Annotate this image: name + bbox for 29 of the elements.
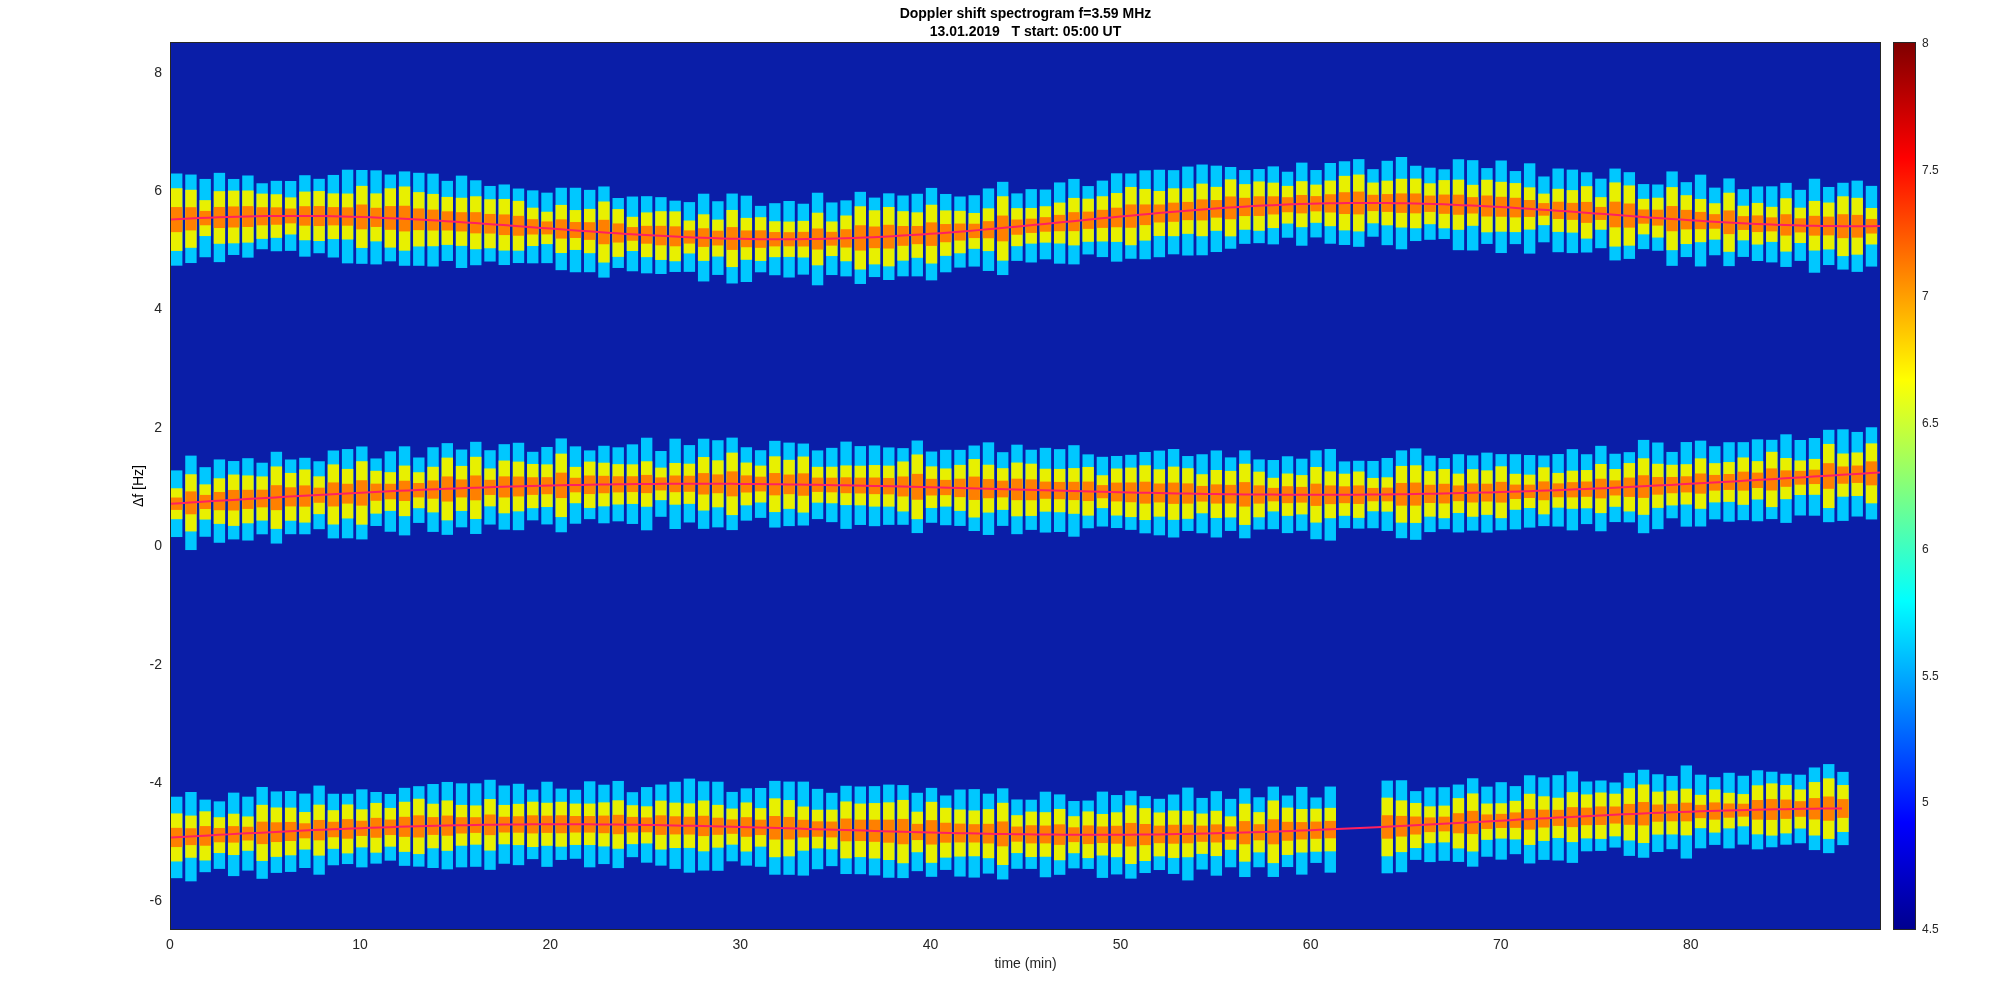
plot-title: Doppler shift spectrogram f=3.59 MHz bbox=[899, 4, 1152, 22]
colorbar-tick-label: 5 bbox=[1922, 795, 1929, 810]
x-tick-label: 30 bbox=[732, 936, 749, 952]
y-tick-label: -6 bbox=[149, 892, 162, 909]
x-tick-label: 70 bbox=[1493, 936, 1509, 952]
colorbar-tick-label: 6 bbox=[1922, 542, 1929, 557]
y-axis-label: Δf [Hz] bbox=[130, 465, 146, 507]
y-tick-label: -4 bbox=[149, 774, 162, 790]
x-tick-label: 10 bbox=[352, 936, 368, 952]
colorbar-tick-label: 4.5 bbox=[1922, 922, 1939, 936]
y-tick-label: 8 bbox=[154, 63, 162, 80]
x-tick-label: 40 bbox=[922, 936, 939, 952]
x-tick-label: 80 bbox=[1683, 936, 1699, 952]
x-tick-label: 60 bbox=[1302, 936, 1319, 952]
colorbar-tick-label: 7 bbox=[1922, 289, 1929, 304]
y-tick-label: 0 bbox=[154, 537, 162, 554]
y-tick-label: 6 bbox=[154, 182, 162, 198]
y-tick-label: 2 bbox=[154, 418, 162, 435]
colorbar-tick-label: 6.5 bbox=[1922, 415, 1939, 430]
x-tick-label: 50 bbox=[1112, 936, 1129, 952]
colorbar-tick-label: 7.5 bbox=[1922, 162, 1939, 177]
x-tick-label: 0 bbox=[166, 936, 174, 952]
y-tick-label: -2 bbox=[149, 655, 162, 672]
x-axis-label: time (min) bbox=[994, 955, 1057, 971]
x-tick-label: 20 bbox=[542, 936, 558, 952]
y-tick-label: 4 bbox=[154, 300, 162, 317]
colorbar-tick-label: 8 bbox=[1922, 36, 1929, 50]
plot-subtitle: 13.01.2019 T start: 05:00 UT bbox=[929, 22, 1122, 40]
colorbar-tick-label: 5.5 bbox=[1922, 668, 1939, 683]
